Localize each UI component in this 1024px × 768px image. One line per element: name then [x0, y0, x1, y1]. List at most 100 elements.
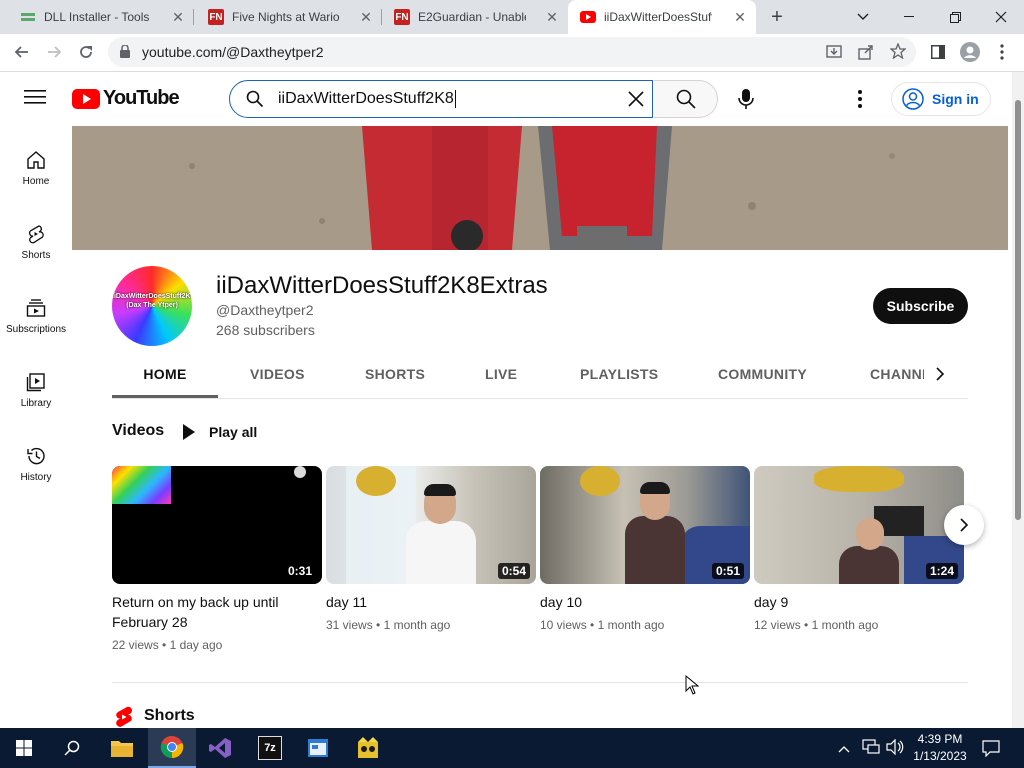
video-card[interactable]: 0:54 day 11 31 views • 1 month ago	[326, 466, 536, 632]
bookmark-star-icon[interactable]	[889, 42, 907, 64]
volume-icon[interactable]	[886, 738, 904, 760]
browser-tab[interactable]: FN Five Nights at Wario's 2 ✕	[196, 0, 382, 34]
play-icon	[183, 424, 195, 440]
search-query-text: iiDaxWitterDoesStuff2K8	[278, 90, 454, 107]
video-thumbnail[interactable]: 0:31	[112, 466, 322, 584]
address-bar[interactable]: youtube.com/@Daxtheytper2	[108, 37, 916, 67]
search-icon[interactable]	[48, 728, 96, 768]
video-thumbnail[interactable]: 0:51	[540, 466, 750, 584]
search-icon	[676, 89, 696, 109]
browser-tab[interactable]: FN E2Guardian - Unable to ✕	[382, 0, 568, 34]
chevron-right-icon[interactable]	[924, 362, 956, 386]
video-duration: 1:24	[925, 563, 958, 579]
tab-title: E2Guardian - Unable to	[418, 10, 526, 24]
video-card[interactable]: 1:24 day 9 12 views • 1 month ago	[754, 466, 964, 632]
library-icon	[26, 373, 45, 392]
microphone-icon[interactable]	[737, 88, 755, 115]
channel-handle: @Daxtheytper2	[216, 302, 314, 318]
video-meta: 22 views • 1 day ago	[112, 638, 223, 652]
channel-avatar[interactable]: iiDaxWitterDoesStuff2K8 (Dax The Ytper)	[112, 266, 192, 346]
tab-videos[interactable]: VIDEOS	[250, 350, 305, 398]
app-window-icon[interactable]	[294, 728, 342, 768]
tab-community[interactable]: COMMUNITY	[718, 350, 807, 398]
kebab-menu-icon[interactable]	[988, 40, 1016, 64]
system-clock[interactable]: 4:39 PM 1/13/2023	[908, 731, 972, 765]
forward-icon[interactable]	[40, 40, 68, 64]
clear-search-icon[interactable]	[628, 91, 644, 112]
visual-studio-icon[interactable]	[196, 728, 244, 768]
video-thumbnail[interactable]: 1:24	[754, 466, 964, 584]
video-age: 1 month ago	[383, 618, 451, 632]
video-card[interactable]: 0:51 day 10 10 views • 1 month ago	[540, 466, 750, 632]
browser-tab[interactable]: DLL Installer - Tools - M ✕	[8, 0, 194, 34]
video-title[interactable]: Return on my back up until February 28	[112, 592, 312, 632]
sign-in-button[interactable]: Sign in	[891, 82, 991, 116]
fn-icon: FN	[394, 9, 410, 25]
tab-live[interactable]: LIVE	[485, 350, 517, 398]
notifications-icon[interactable]	[982, 739, 1000, 762]
video-duration: 0:31	[283, 563, 316, 579]
sidebar-item-home[interactable]: Home	[0, 136, 72, 200]
settings-dots-icon[interactable]	[858, 90, 862, 113]
network-icon[interactable]	[862, 739, 880, 760]
carousel-next-button[interactable]	[944, 505, 984, 545]
youtube-header: YouTube iiDaxWitterDoesStuff2K8 Sign in	[0, 72, 1012, 126]
video-card[interactable]: 0:31 Return on my back up until February…	[112, 466, 322, 652]
sidebar-item-shorts[interactable]: Shorts	[0, 210, 72, 274]
channel-banner	[72, 126, 1008, 250]
new-tab-icon[interactable]: +	[766, 7, 788, 29]
7zip-icon[interactable]: 7z	[246, 728, 294, 768]
sidebar-item-history[interactable]: History	[0, 432, 72, 496]
videos-heading[interactable]: Videos	[112, 422, 164, 440]
back-icon[interactable]	[8, 40, 36, 64]
restore-icon[interactable]	[932, 0, 978, 34]
sidebar-item-label: Home	[22, 176, 50, 187]
chrome-icon[interactable]	[148, 728, 196, 768]
chevron-down-icon[interactable]	[840, 0, 886, 34]
sidebar-item-library[interactable]: Library	[0, 358, 72, 422]
shorts-heading[interactable]: Shorts	[144, 707, 195, 725]
windows-start-icon[interactable]	[0, 728, 48, 768]
file-explorer-icon[interactable]	[98, 728, 146, 768]
close-tab-icon[interactable]: ✕	[732, 9, 748, 25]
game-app-icon[interactable]	[344, 728, 392, 768]
video-title[interactable]: day 11	[326, 592, 526, 612]
chevron-up-icon[interactable]	[838, 740, 850, 758]
clock-date: 1/13/2023	[913, 749, 967, 763]
tab-playlists[interactable]: PLAYLISTS	[580, 350, 658, 398]
close-window-icon[interactable]	[978, 0, 1024, 34]
close-tab-icon[interactable]: ✕	[358, 9, 374, 25]
video-meta: 10 views • 1 month ago	[540, 618, 665, 632]
youtube-logo[interactable]: YouTube	[72, 87, 180, 110]
video-duration: 0:54	[497, 563, 530, 579]
browser-toolbar: youtube.com/@Daxtheytper2	[0, 34, 1024, 72]
video-thumbnail[interactable]: 0:54	[326, 466, 536, 584]
search-button[interactable]	[654, 80, 718, 118]
hamburger-menu-icon[interactable]	[24, 88, 46, 111]
reload-icon[interactable]	[72, 40, 100, 64]
watermark-icon	[294, 466, 306, 478]
sidebar-item-label: Shorts	[21, 250, 51, 261]
browser-tab-active[interactable]: iiDaxWitterDoesStuff2K ✕	[568, 0, 756, 34]
scrollbar[interactable]	[1012, 72, 1024, 728]
share-icon[interactable]	[858, 44, 874, 65]
tab-shorts[interactable]: SHORTS	[365, 350, 425, 398]
lock-icon[interactable]	[120, 44, 130, 63]
tab-channels[interactable]: CHANNELS	[870, 350, 926, 398]
video-title[interactable]: day 10	[540, 592, 740, 612]
close-tab-icon[interactable]: ✕	[170, 9, 186, 25]
video-views: 10 views	[540, 618, 587, 632]
video-title[interactable]: day 9	[754, 592, 954, 612]
sidebar-item-subscriptions[interactable]: Subscriptions	[0, 284, 72, 348]
minimize-icon[interactable]	[886, 0, 932, 34]
tab-home[interactable]: HOME	[112, 350, 218, 398]
play-all-button[interactable]: Play all	[180, 418, 257, 446]
profile-icon[interactable]	[956, 40, 984, 64]
scrollbar-thumb[interactable]	[1015, 100, 1021, 520]
subscribe-button[interactable]: Subscribe	[873, 288, 968, 324]
install-app-icon[interactable]	[826, 44, 842, 65]
tab-title: Five Nights at Wario's 2	[232, 10, 340, 24]
side-panel-icon[interactable]	[924, 40, 952, 64]
search-input[interactable]: iiDaxWitterDoesStuff2K8	[229, 80, 653, 118]
close-tab-icon[interactable]: ✕	[544, 9, 560, 25]
